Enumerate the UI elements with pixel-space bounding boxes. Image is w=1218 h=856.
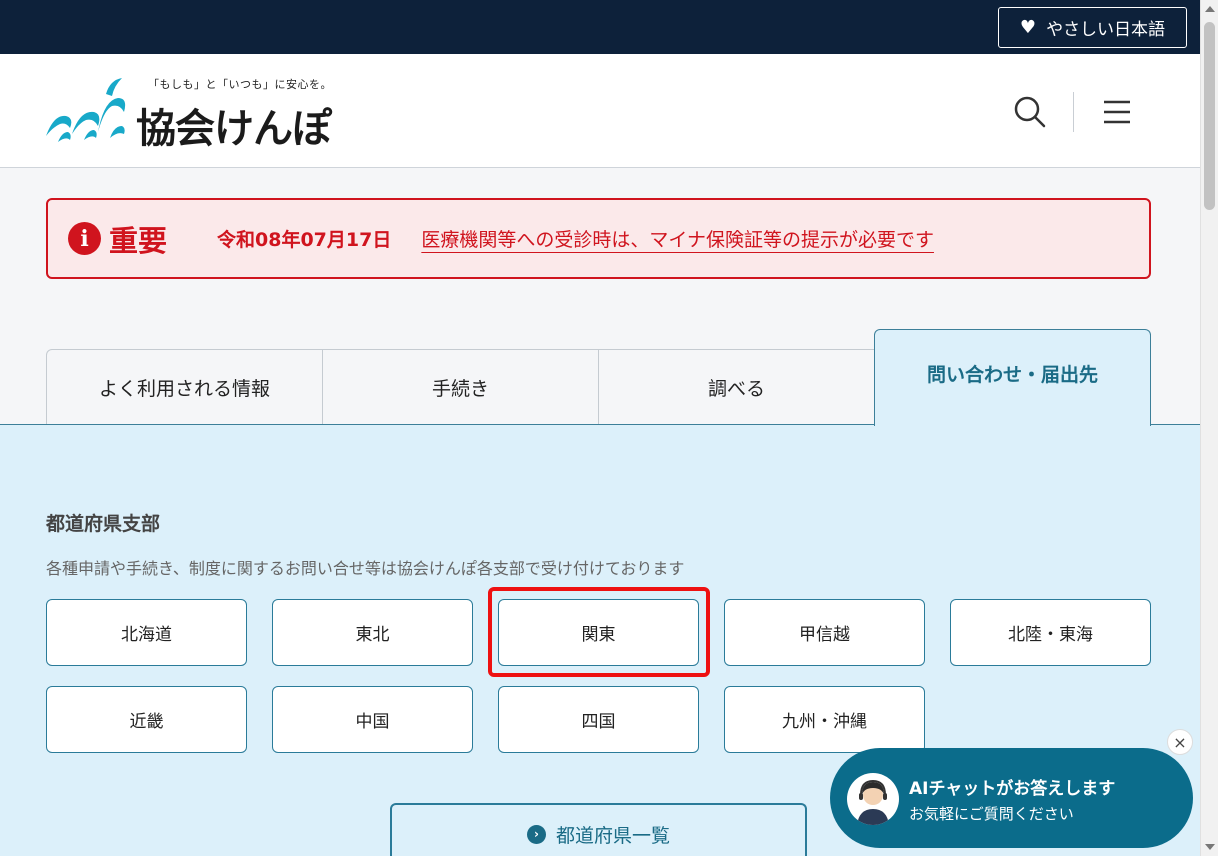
operator-avatar-icon: [847, 773, 899, 825]
region-button-shikoku[interactable]: 四国: [498, 686, 699, 753]
tab-frequently-used[interactable]: よく利用される情報: [46, 349, 323, 425]
logo-tagline: 「もしも」と「いつも」に安心を。: [148, 78, 332, 91]
hamburger-menu-icon: [1104, 100, 1130, 124]
easy-japanese-label: やさしい日本語: [1046, 20, 1166, 40]
search-icon: [1014, 96, 1046, 128]
chat-subtitle: お気軽にご質問ください: [909, 805, 1074, 823]
chevron-right-icon: ›: [526, 824, 546, 844]
branches-heading: 都道府県支部: [46, 513, 161, 535]
search-button[interactable]: [1010, 92, 1050, 132]
region-button-kyushu-okinawa[interactable]: 九州・沖縄: [724, 686, 925, 753]
site-header: 「もしも」と「いつも」に安心を。 協会けんぽ: [0, 54, 1200, 168]
scrollbar-thumb[interactable]: [1204, 22, 1215, 210]
notice-link[interactable]: 医療機関等への受診時は、マイナ保険証等の提示が必要です: [421, 225, 934, 252]
swallows-logo-icon: [46, 78, 126, 142]
page-scrollbar[interactable]: [1200, 0, 1218, 856]
region-button-tohoku[interactable]: 東北: [272, 599, 473, 666]
menu-button[interactable]: [1098, 92, 1138, 132]
site-logo[interactable]: 「もしも」と「いつも」に安心を。 協会けんぽ: [44, 76, 344, 152]
region-button-hokuriku-tokai[interactable]: 北陸・東海: [950, 599, 1151, 666]
important-icon: i: [68, 222, 101, 255]
region-button-chugoku[interactable]: 中国: [272, 686, 473, 753]
scroll-up-arrow-icon[interactable]: [1205, 6, 1215, 12]
top-bar: ♥ やさしい日本語: [0, 0, 1200, 54]
chat-title: AIチャットがお答えします: [909, 779, 1116, 799]
prefecture-list-button[interactable]: › 都道府県一覧: [390, 803, 807, 856]
important-notice: i 重要 令和08年07月17日 医療機関等への受診時は、マイナ保険証等の提示が…: [46, 198, 1151, 279]
logo-wordmark: 協会けんぽ: [136, 106, 332, 152]
tab-procedures[interactable]: 手続き: [322, 349, 599, 425]
region-button-hokkaido[interactable]: 北海道: [46, 599, 247, 666]
header-divider: [1073, 92, 1074, 132]
tab-search[interactable]: 調べる: [598, 349, 875, 425]
prefecture-list-label: 都道府県一覧: [555, 824, 670, 847]
tab-contact[interactable]: 問い合わせ・届出先: [874, 329, 1151, 426]
region-button-kanto[interactable]: 関東: [498, 599, 699, 666]
easy-japanese-button[interactable]: ♥ やさしい日本語: [998, 7, 1187, 48]
heart-icon: ♥: [1019, 16, 1037, 38]
notice-date: 令和08年07月17日: [217, 229, 392, 251]
scroll-down-arrow-icon[interactable]: [1205, 844, 1215, 850]
region-button-koshinetsu[interactable]: 甲信越: [724, 599, 925, 666]
branches-description: 各種申請や手続き、制度に関するお問い合せ等は協会けんぽ各支部で受け付けております: [46, 559, 685, 578]
region-button-kinki[interactable]: 近畿: [46, 686, 247, 753]
ai-chat-widget[interactable]: AIチャットがお答えします お気軽にご質問ください: [830, 748, 1193, 848]
chat-close-icon[interactable]: ×: [1167, 729, 1193, 755]
important-label: 重要: [109, 223, 168, 258]
